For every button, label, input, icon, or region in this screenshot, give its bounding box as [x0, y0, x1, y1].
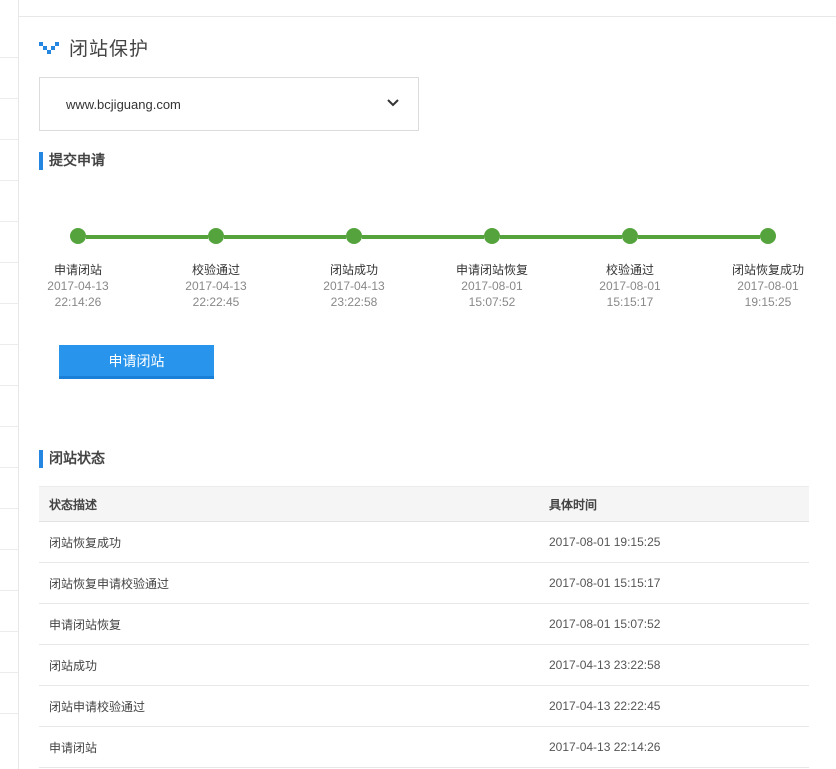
step-date: 2017-08-01 — [599, 279, 661, 293]
status-table: 状态描述 具体时间 闭站恢复成功 2017-08-01 19:15:25 闭站恢… — [39, 486, 809, 768]
row-desc: 闭站恢复申请校验通过 — [39, 562, 539, 604]
domain-select-value: www.bcjiguang.com — [66, 96, 181, 112]
timeline-connector — [362, 235, 484, 239]
row-desc: 申请闭站恢复 — [39, 603, 539, 645]
table-row: 闭站恢复成功 2017-08-01 19:15:25 — [39, 521, 809, 563]
step-time: 22:14:26 — [54, 295, 102, 309]
header-divider — [18, 16, 836, 17]
column-header-time: 具体时间 — [539, 486, 809, 522]
apply-close-site-button[interactable]: 申请闭站 — [59, 345, 214, 379]
row-time: 2017-08-01 19:15:25 — [539, 521, 809, 563]
page-title: 闭站保护 — [39, 34, 149, 60]
step-label: 闭站成功 — [329, 263, 378, 277]
status-section-title: 闭站状态 — [39, 450, 105, 468]
row-desc: 闭站申请校验通过 — [39, 685, 539, 727]
table-row: 闭站成功 2017-04-13 23:22:58 — [39, 644, 809, 686]
timeline-dot — [484, 228, 500, 244]
step-date: 2017-04-13 — [47, 279, 109, 293]
row-time: 2017-08-01 15:07:52 — [539, 603, 809, 645]
timeline-connector — [638, 235, 760, 239]
timeline-dot — [70, 228, 86, 244]
step-time: 15:07:52 — [468, 295, 516, 309]
step-time: 19:15:25 — [744, 295, 792, 309]
table-header-row: 状态描述 具体时间 — [39, 486, 809, 522]
timeline-connector — [86, 235, 208, 239]
chevron-down-icon — [387, 99, 399, 107]
step-date: 2017-08-01 — [461, 279, 523, 293]
table-row: 闭站申请校验通过 2017-04-13 22:22:45 — [39, 685, 809, 727]
row-desc: 闭站恢复成功 — [39, 521, 539, 563]
step-time: 15:15:17 — [606, 295, 654, 309]
timeline-step: 校验通过 2017-08-01 15:15:17 — [575, 262, 685, 310]
row-desc: 申请闭站 — [39, 726, 539, 768]
row-desc: 闭站成功 — [39, 644, 539, 686]
step-label: 校验通过 — [191, 263, 240, 277]
submit-section-title: 提交申请 — [39, 152, 105, 170]
page-title-text: 闭站保护 — [69, 37, 150, 60]
step-label: 闭站恢复成功 — [731, 263, 804, 277]
row-time: 2017-04-13 23:22:58 — [539, 644, 809, 686]
row-time: 2017-08-01 15:15:17 — [539, 562, 809, 604]
chevron-logo-icon — [39, 42, 59, 54]
timeline-step: 申请闭站 2017-04-13 22:14:26 — [23, 262, 133, 310]
timeline-dot — [622, 228, 638, 244]
step-time: 22:22:45 — [192, 295, 240, 309]
timeline-step: 校验通过 2017-04-13 22:22:45 — [161, 262, 271, 310]
step-time: 23:22:58 — [330, 295, 378, 309]
timeline-step: 闭站成功 2017-04-13 23:22:58 — [299, 262, 409, 310]
timeline-connector — [500, 235, 622, 239]
table-row: 闭站恢复申请校验通过 2017-08-01 15:15:17 — [39, 562, 809, 604]
table-row: 申请闭站恢复 2017-08-01 15:07:52 — [39, 603, 809, 645]
row-time: 2017-04-13 22:14:26 — [539, 726, 809, 768]
timeline-step: 闭站恢复成功 2017-08-01 19:15:25 — [713, 262, 823, 310]
timeline-step: 申请闭站恢复 2017-08-01 15:07:52 — [437, 262, 547, 310]
progress-timeline: 申请闭站 2017-04-13 22:14:26 校验通过 2017-04-13… — [0, 220, 836, 320]
step-date: 2017-04-13 — [323, 279, 385, 293]
step-label: 申请闭站 — [53, 263, 102, 277]
timeline-dot — [760, 228, 776, 244]
timeline-dot — [208, 228, 224, 244]
step-date: 2017-04-13 — [185, 279, 247, 293]
row-time: 2017-04-13 22:22:45 — [539, 685, 809, 727]
step-label: 申请闭站恢复 — [455, 263, 528, 277]
timeline-dot — [346, 228, 362, 244]
column-header-desc: 状态描述 — [39, 486, 539, 522]
step-date: 2017-08-01 — [737, 279, 799, 293]
left-sidebar-strip — [0, 0, 19, 769]
timeline-connector — [224, 235, 346, 239]
table-row: 申请闭站 2017-04-13 22:14:26 — [39, 726, 809, 768]
step-label: 校验通过 — [605, 263, 654, 277]
domain-select[interactable]: www.bcjiguang.com — [39, 77, 419, 131]
